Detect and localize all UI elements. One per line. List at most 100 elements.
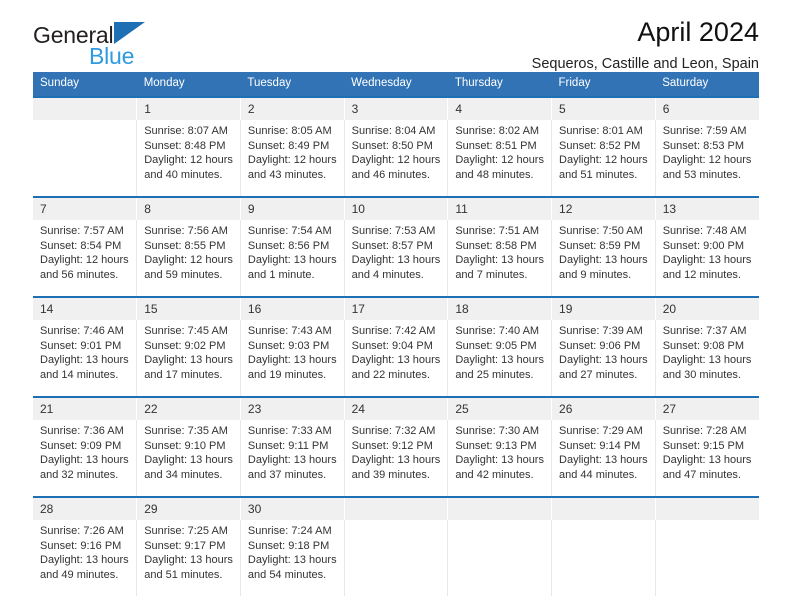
day-cell[interactable]: Sunrise: 7:51 AM Sunset: 8:58 PM Daylight:… <box>447 220 553 296</box>
day-cell[interactable]: Sunrise: 7:56 AM Sunset: 8:55 PM Daylight:… <box>136 220 241 296</box>
day-cell[interactable]: Sunrise: 7:26 AM Sunset: 9:16 PM Daylight:… <box>33 520 138 596</box>
day-cell[interactable]: Sunrise: 7:53 AM Sunset: 8:57 PM Daylight:… <box>344 220 449 296</box>
day-cell[interactable]: Sunrise: 7:59 AM Sunset: 8:53 PM Daylight:… <box>655 120 759 196</box>
daylight-text-line2: and 19 minutes. <box>247 368 327 381</box>
day-number[interactable]: 21 <box>33 398 138 420</box>
sunset-text: Sunset: 8:48 PM <box>144 139 226 152</box>
day-cell[interactable]: Sunrise: 7:30 AM Sunset: 9:13 PM Daylight:… <box>447 420 553 496</box>
day-number[interactable]: 20 <box>655 298 759 320</box>
daylight-text-line2: and 4 minutes. <box>351 268 424 281</box>
sunrise-text: Sunrise: 8:04 AM <box>351 125 436 137</box>
daylight-text-line2: and 49 minutes. <box>40 568 119 581</box>
day-cell[interactable]: Sunrise: 7:45 AM Sunset: 9:02 PM Daylight:… <box>136 320 241 396</box>
daylight-text-line1: Daylight: 12 hours <box>247 154 337 167</box>
day-cell[interactable]: Sunrise: 7:43 AM Sunset: 9:03 PM Daylight:… <box>240 320 345 396</box>
day-number[interactable]: 12 <box>551 198 656 220</box>
day-number[interactable]: 4 <box>447 98 553 120</box>
day-number[interactable]: 2 <box>240 98 345 120</box>
week-date-number-row: 123456 <box>33 98 759 120</box>
day-cell[interactable]: Sunrise: 7:50 AM Sunset: 8:59 PM Daylight:… <box>551 220 656 296</box>
day-cell[interactable]: Sunrise: 8:04 AM Sunset: 8:50 PM Daylight:… <box>344 120 449 196</box>
day-number[interactable]: 16 <box>240 298 345 320</box>
day-number[interactable]: 3 <box>344 98 449 120</box>
day-cell[interactable]: Sunrise: 7:37 AM Sunset: 9:08 PM Daylight:… <box>655 320 759 396</box>
day-number[interactable]: 29 <box>136 498 241 520</box>
day-cell-empty <box>33 120 138 196</box>
day-number[interactable]: 19 <box>551 298 656 320</box>
day-cell[interactable]: Sunrise: 8:02 AM Sunset: 8:51 PM Daylight:… <box>447 120 553 196</box>
day-cell[interactable]: Sunrise: 7:29 AM Sunset: 9:14 PM Daylight:… <box>551 420 656 496</box>
day-cell[interactable]: Sunrise: 8:05 AM Sunset: 8:49 PM Daylight:… <box>240 120 345 196</box>
day-number[interactable]: 24 <box>344 398 449 420</box>
sunrise-text: Sunrise: 8:05 AM <box>247 125 332 137</box>
day-number[interactable]: 15 <box>136 298 241 320</box>
day-number[interactable]: 8 <box>136 198 241 220</box>
day-cell[interactable]: Sunrise: 7:40 AM Sunset: 9:05 PM Daylight:… <box>447 320 553 396</box>
calendar-header: Sunday Monday Tuesday Wednesday Thursday… <box>33 72 759 96</box>
sunset-text: Sunset: 9:02 PM <box>144 339 226 352</box>
daylight-text-line1: Daylight: 13 hours <box>455 354 544 367</box>
day-cell[interactable]: Sunrise: 8:07 AM Sunset: 8:48 PM Daylight:… <box>136 120 241 196</box>
sunset-text: Sunset: 9:11 PM <box>247 439 329 452</box>
day-number[interactable]: 27 <box>655 398 759 420</box>
day-cell[interactable]: Sunrise: 7:46 AM Sunset: 9:01 PM Daylight:… <box>33 320 138 396</box>
day-cell[interactable]: Sunrise: 7:24 AM Sunset: 9:18 PM Daylight:… <box>240 520 345 596</box>
daylight-text-line1: Daylight: 13 hours <box>40 554 129 567</box>
day-cell[interactable]: Sunrise: 7:32 AM Sunset: 9:12 PM Daylight:… <box>344 420 449 496</box>
day-number[interactable]: 18 <box>447 298 553 320</box>
day-number[interactable]: 14 <box>33 298 138 320</box>
day-cell[interactable]: Sunrise: 7:57 AM Sunset: 8:54 PM Daylight:… <box>33 220 138 296</box>
weekday-header-sunday: Sunday <box>33 72 137 96</box>
logo-word-general: General <box>33 22 114 48</box>
day-cell[interactable]: Sunrise: 7:35 AM Sunset: 9:10 PM Daylight:… <box>136 420 241 496</box>
daylight-text-line1: Daylight: 13 hours <box>144 554 233 567</box>
daylight-text-line2: and 40 minutes. <box>144 168 223 181</box>
sunset-text: Sunset: 8:54 PM <box>40 239 122 252</box>
daylight-text-line2: and 14 minutes. <box>40 368 119 381</box>
day-cell[interactable]: Sunrise: 7:54 AM Sunset: 8:56 PM Daylight:… <box>240 220 345 296</box>
sunset-text: Sunset: 8:57 PM <box>351 239 433 252</box>
sunrise-text: Sunrise: 7:42 AM <box>351 325 436 337</box>
general-blue-logo[interactable]: General Blue <box>33 22 213 70</box>
day-number[interactable]: 9 <box>240 198 345 220</box>
daylight-text-line2: and 47 minutes. <box>662 468 741 481</box>
day-number[interactable]: 26 <box>551 398 656 420</box>
sunset-text: Sunset: 9:09 PM <box>40 439 122 452</box>
daylight-text-line2: and 39 minutes. <box>351 468 430 481</box>
day-cell[interactable]: Sunrise: 7:39 AM Sunset: 9:06 PM Daylight:… <box>551 320 656 396</box>
day-number[interactable]: 30 <box>240 498 345 520</box>
day-cell[interactable]: Sunrise: 7:25 AM Sunset: 9:17 PM Daylight:… <box>136 520 241 596</box>
day-number[interactable]: 10 <box>344 198 449 220</box>
daylight-text-line2: and 27 minutes. <box>559 368 638 381</box>
day-number[interactable]: 13 <box>655 198 759 220</box>
daylight-text-line1: Daylight: 13 hours <box>144 354 233 367</box>
day-cell[interactable]: Sunrise: 7:48 AM Sunset: 9:00 PM Daylight:… <box>655 220 759 296</box>
day-cell[interactable]: Sunrise: 8:01 AM Sunset: 8:52 PM Daylight:… <box>551 120 656 196</box>
day-cell[interactable]: Sunrise: 7:28 AM Sunset: 9:15 PM Daylight:… <box>655 420 759 496</box>
day-number[interactable]: 1 <box>136 98 241 120</box>
daylight-text-line2: and 46 minutes. <box>351 168 430 181</box>
daylight-text-line2: and 56 minutes. <box>40 268 119 281</box>
day-number[interactable]: 22 <box>136 398 241 420</box>
day-number-empty <box>655 498 759 520</box>
day-number[interactable]: 11 <box>447 198 553 220</box>
daylight-text-line1: Daylight: 12 hours <box>40 254 129 267</box>
sunrise-text: Sunrise: 7:26 AM <box>40 525 124 537</box>
day-number[interactable]: 6 <box>655 98 759 120</box>
day-cell[interactable]: Sunrise: 7:36 AM Sunset: 9:09 PM Daylight:… <box>33 420 138 496</box>
day-cell[interactable]: Sunrise: 7:33 AM Sunset: 9:11 PM Daylight:… <box>240 420 345 496</box>
day-number[interactable]: 25 <box>447 398 553 420</box>
weekday-header-row: Sunday Monday Tuesday Wednesday Thursday… <box>33 72 759 96</box>
week-date-number-row: 14 15 16 17 18 19 20 <box>33 298 759 320</box>
day-cell[interactable]: Sunrise: 7:42 AM Sunset: 9:04 PM Daylight:… <box>344 320 449 396</box>
sunset-text: Sunset: 8:59 PM <box>559 239 641 252</box>
day-number[interactable]: 7 <box>33 198 138 220</box>
day-number[interactable]: 17 <box>344 298 449 320</box>
sunset-text: Sunset: 8:51 PM <box>455 139 537 152</box>
day-number[interactable]: 28 <box>33 498 138 520</box>
daylight-text-line2: and 32 minutes. <box>40 468 119 481</box>
sunrise-text: Sunrise: 7:40 AM <box>455 325 540 337</box>
sunset-text: Sunset: 8:55 PM <box>144 239 226 252</box>
day-number[interactable]: 23 <box>240 398 345 420</box>
day-number[interactable]: 5 <box>551 98 656 120</box>
